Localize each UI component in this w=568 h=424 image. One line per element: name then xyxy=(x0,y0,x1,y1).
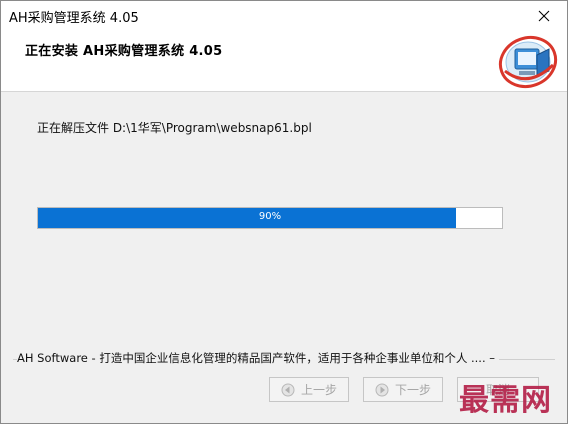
close-button[interactable] xyxy=(521,1,567,31)
installer-header: 正在安装 AH采购管理系统 4.05 xyxy=(1,31,567,92)
window-title: AH采购管理系统 4.05 xyxy=(9,11,139,26)
title-bar: AH采购管理系统 4.05 xyxy=(1,1,567,31)
next-button[interactable]: 下一步 xyxy=(363,377,443,402)
next-button-label: 下一步 xyxy=(394,383,431,397)
back-button-label: 上一步 xyxy=(300,383,337,397)
extract-status-text: 正在解压文件 D:\1华军\Program\websnap61.bpl xyxy=(37,121,312,135)
branding-text: AH Software - 打造中国企业信息化管理的精品国产软件，适用于各种企事… xyxy=(17,350,500,366)
arrow-right-icon xyxy=(375,383,389,397)
watermark-logo: 最需网 xyxy=(459,383,552,418)
header-title: 正在安装 AH采购管理系统 4.05 xyxy=(25,44,223,59)
installer-window: AH采购管理系统 4.05 正在安装 AH采购管理系统 4.05 正在解压文件 … xyxy=(0,0,568,424)
arrow-left-icon xyxy=(281,383,295,397)
close-icon xyxy=(538,10,550,22)
progress-label: 90% xyxy=(258,211,282,222)
back-button[interactable]: 上一步 xyxy=(269,377,349,402)
installer-logo-icon xyxy=(498,35,558,89)
install-progress-bar: 90% xyxy=(37,207,503,229)
